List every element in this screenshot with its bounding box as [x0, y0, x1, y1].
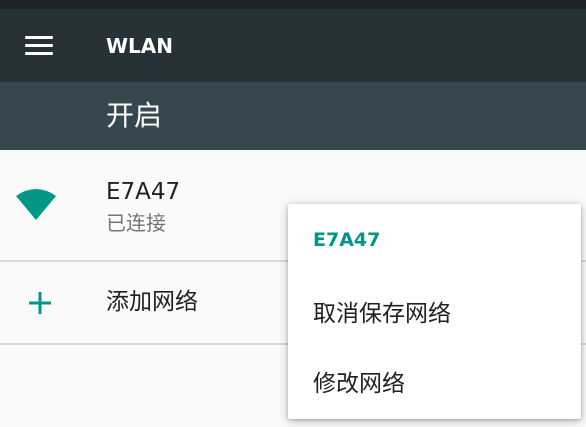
modify-network-menu-item[interactable]: 修改网络: [288, 354, 581, 414]
modify-network-label: 修改网络: [313, 371, 405, 397]
forget-network-menu-item[interactable]: 取消保存网络: [288, 284, 581, 344]
network-context-menu: E7A47 取消保存网络 修改网络: [288, 204, 581, 419]
plus-icon: [29, 292, 51, 314]
forget-network-label: 取消保存网络: [313, 301, 451, 327]
page-title: WLAN: [106, 34, 174, 58]
toolbar: WLAN: [0, 9, 586, 82]
network-status: 已连接: [106, 211, 166, 235]
wifi-signal-icon: [16, 189, 56, 220]
add-network-label: 添加网络: [106, 289, 198, 315]
context-menu-title: E7A47: [313, 229, 381, 251]
master-switch-label: 开启: [106, 99, 163, 132]
wlan-settings-screen: WLAN 开启 E7A47 已连接 添加网络 E7A47 取消保存网络 修改网络: [0, 0, 586, 427]
master-switch-bar[interactable]: 开启: [0, 82, 586, 150]
network-name: E7A47: [106, 179, 181, 205]
status-bar: [0, 0, 586, 9]
hamburger-menu-icon[interactable]: [25, 36, 53, 56]
